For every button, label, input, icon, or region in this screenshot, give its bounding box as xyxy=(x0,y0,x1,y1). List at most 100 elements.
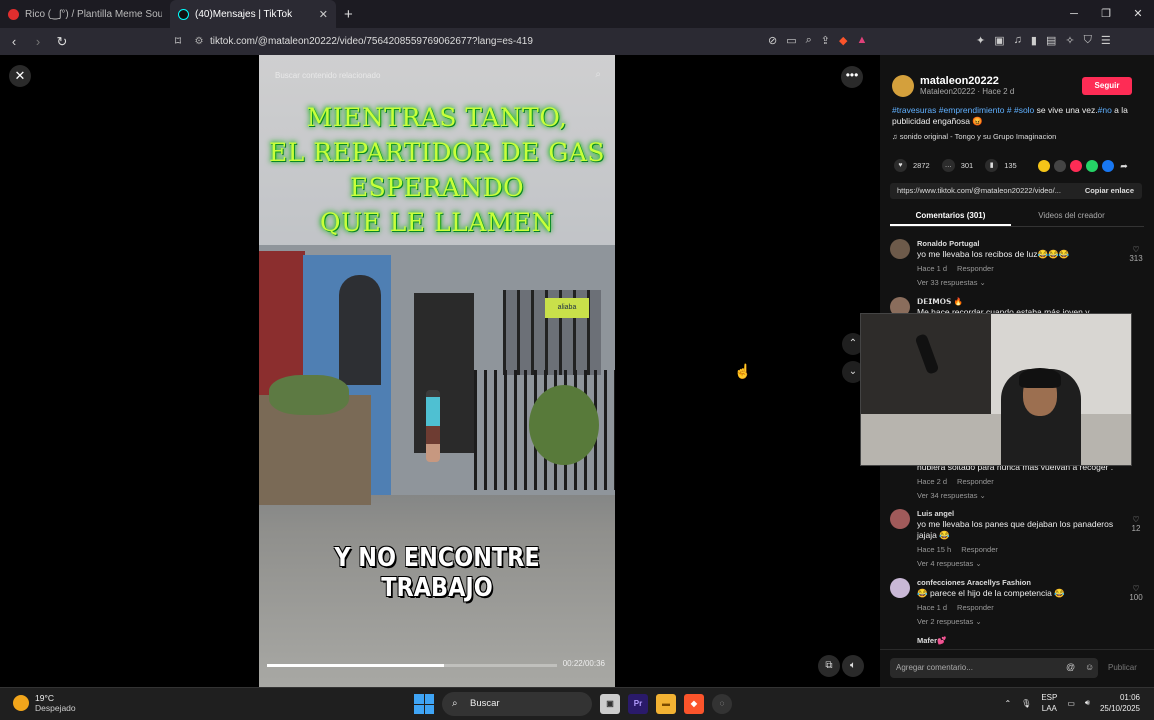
comment-author[interactable]: Mafer💕 xyxy=(917,636,946,645)
comment-like[interactable]: ♡ 313 xyxy=(1126,245,1146,263)
bookmark-icon[interactable]: ▮ xyxy=(985,159,999,172)
hashtag[interactable]: #solo xyxy=(1014,105,1034,115)
tab-comments[interactable]: Comentarios (301) xyxy=(890,207,1011,226)
picture-in-picture-icon[interactable]: ▭ xyxy=(786,34,796,47)
hashtag[interactable]: #travesuras xyxy=(892,105,936,115)
taskbar-search[interactable]: ⌕ Buscar xyxy=(442,692,592,716)
language-indicator[interactable]: ESP LAA xyxy=(1041,692,1057,714)
brave-browser-icon[interactable]: ◆ xyxy=(684,694,704,714)
media-icon[interactable]: ♫ xyxy=(1014,34,1022,47)
whatsapp-icon[interactable] xyxy=(1086,160,1098,172)
emoji-icon[interactable]: ☺ xyxy=(1085,662,1094,672)
back-icon[interactable]: ‹ xyxy=(4,34,24,49)
view-replies-button[interactable]: Ver 4 respuestas ⌄ xyxy=(917,559,982,568)
view-replies-button[interactable]: Ver 2 respuestas ⌄ xyxy=(917,617,982,626)
brave-rewards-icon[interactable]: ▲ xyxy=(856,34,867,47)
copy-link-button[interactable]: Copiar enlace xyxy=(1085,183,1134,199)
comment-author[interactable]: 𝗗𝗘𝗜𝗠𝗢𝗦 🔥 xyxy=(917,297,963,306)
progress-fill xyxy=(267,664,444,667)
view-replies-button[interactable]: Ver 34 respuestas ⌄ xyxy=(917,491,986,500)
reply-button[interactable]: Responder xyxy=(957,264,994,273)
clock[interactable]: 01:06 25/10/2025 xyxy=(1100,692,1140,714)
follow-button[interactable]: Seguir xyxy=(1082,77,1132,95)
tray-overflow-icon[interactable]: ⌃ xyxy=(1004,699,1011,708)
leo-ai-icon[interactable]: ✧ xyxy=(1065,34,1074,47)
comment-icon[interactable]: … xyxy=(941,159,955,172)
more-options-button[interactable]: ••• xyxy=(841,66,863,88)
share-link-text: https://www.tiktok.com/@mataleon20222/vi… xyxy=(897,186,1061,195)
comment-author[interactable]: confecciones Aracellys Fashion xyxy=(917,578,1031,587)
search-icon[interactable]: ⌕ xyxy=(595,69,601,80)
comment-time: Hace 1 d xyxy=(917,603,948,612)
comment-like-count: 100 xyxy=(1129,593,1143,602)
sidebar-icon[interactable]: ▮ xyxy=(1031,34,1037,47)
tab-plantilla-meme[interactable]: Rico (‿ʃ°) / Plantilla Meme South P xyxy=(0,0,170,28)
comment-author[interactable]: Ronaldo Portugal xyxy=(917,239,980,248)
task-view-icon[interactable]: ▣ xyxy=(600,694,620,714)
premiere-icon[interactable]: Pr xyxy=(628,694,648,714)
reply-button[interactable]: Responder xyxy=(961,545,998,554)
music-line[interactable]: ♫ sonido original - Tongo y su Grupo Ima… xyxy=(892,132,1056,141)
bookmark-icon[interactable]: ⌑ xyxy=(168,34,188,48)
zoom-icon[interactable]: ⌕ xyxy=(806,34,812,47)
wallet-icon[interactable]: ▤ xyxy=(1046,34,1056,47)
extensions-icon[interactable]: ✦ xyxy=(976,34,985,47)
microphone-icon[interactable]: 🎙︎ xyxy=(1021,699,1031,708)
repost-icon[interactable] xyxy=(1070,160,1082,172)
avatar[interactable] xyxy=(890,578,910,598)
share-arrow-icon[interactable]: ➦ xyxy=(1118,160,1130,172)
network-icon[interactable]: ▭ xyxy=(1067,699,1075,708)
menu-icon[interactable]: ☰ xyxy=(1101,34,1111,47)
restore-icon[interactable]: ❐ xyxy=(1090,0,1122,28)
reply-button[interactable]: Responder xyxy=(957,477,994,486)
volume-icon[interactable]: 🔊︎ xyxy=(1085,698,1090,708)
author-username[interactable]: mataleon20222 xyxy=(920,75,1014,87)
view-replies-button[interactable]: Ver 33 respuestas ⌄ xyxy=(917,278,986,287)
comment-like[interactable]: ♡ 12 xyxy=(1126,515,1146,533)
comment-author[interactable]: Luis angel xyxy=(917,509,954,518)
video-player[interactable]: aliaba Buscar contenido relacionado ⌕ MI… xyxy=(259,55,615,687)
close-window-icon[interactable]: ✕ xyxy=(1122,0,1154,28)
floating-player-button[interactable]: ⧉ xyxy=(818,655,840,677)
avatar[interactable] xyxy=(890,239,910,259)
avatar[interactable] xyxy=(890,509,910,529)
window-controls: ─ ❐ ✕ xyxy=(1058,0,1154,28)
site-info-icon[interactable]: ⚙ xyxy=(188,36,210,47)
avatar[interactable] xyxy=(892,75,914,97)
embed-icon[interactable] xyxy=(1054,160,1066,172)
reload-icon[interactable]: ↻ xyxy=(52,34,72,50)
coin-icon[interactable] xyxy=(1038,160,1050,172)
tab-tiktok[interactable]: (40)Mensajes | TikTok ✕ xyxy=(170,0,336,28)
reply-button[interactable]: Responder xyxy=(957,603,994,612)
volume-icon[interactable]: 🔈︎ xyxy=(842,655,864,677)
publish-button[interactable]: Publicar xyxy=(1108,663,1137,672)
comment-like[interactable]: ♡ 100 xyxy=(1126,584,1146,602)
forward-icon[interactable]: › xyxy=(28,34,48,49)
related-search-label[interactable]: Buscar contenido relacionado xyxy=(275,71,380,80)
file-explorer-icon[interactable]: ▬ xyxy=(656,694,676,714)
hashtag[interactable]: # xyxy=(1007,105,1012,115)
video-progress-bar[interactable] xyxy=(267,664,557,667)
vpn-icon[interactable]: ⛉ xyxy=(1084,34,1092,47)
mention-icon[interactable]: @ xyxy=(1066,662,1075,672)
share-link-box[interactable]: https://www.tiktok.com/@mataleon20222/vi… xyxy=(890,183,1142,199)
weather-widget[interactable]: 19°C Despejado xyxy=(13,693,76,713)
address-toolbar: ‹ › ↻ ⌑ ⚙ tiktok.com/@mataleon20222/vide… xyxy=(0,28,1154,55)
minimize-icon[interactable]: ─ xyxy=(1058,0,1090,28)
share-icon[interactable]: ⇪ xyxy=(821,34,830,47)
like-icon[interactable]: ♥ xyxy=(894,159,907,172)
hashtag[interactable]: #no xyxy=(1098,105,1112,115)
no-translate-icon[interactable]: ⊘ xyxy=(768,34,777,47)
start-button[interactable] xyxy=(414,694,434,714)
screenshot-icon[interactable]: ▣ xyxy=(994,34,1004,47)
new-tab-button[interactable]: + xyxy=(344,6,353,23)
close-tab-icon[interactable]: ✕ xyxy=(319,8,328,21)
comment-meta: Hace 1 d Responder xyxy=(917,264,994,273)
extensions-bar: ✦ ▣ ♫ ▮ ▤ ✧ ⛉ ☰ xyxy=(976,34,1111,47)
tab-creator-videos[interactable]: Videos del creador xyxy=(1011,207,1132,226)
facebook-icon[interactable] xyxy=(1102,160,1114,172)
app-icon[interactable]: ◌ xyxy=(712,694,732,714)
close-video-button[interactable]: ✕ xyxy=(9,65,31,87)
brave-shields-icon[interactable]: ◆ xyxy=(839,34,847,47)
hashtag[interactable]: #emprendimiento xyxy=(939,105,1005,115)
